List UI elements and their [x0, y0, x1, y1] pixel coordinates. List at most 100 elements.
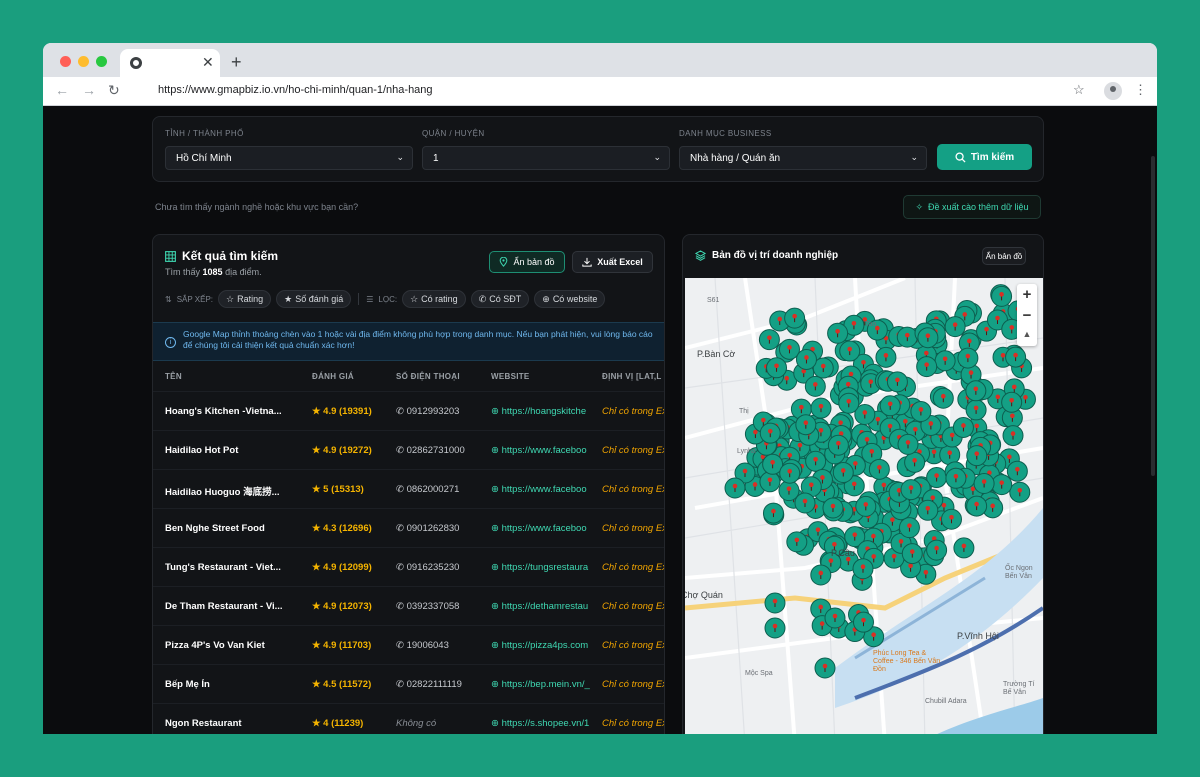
table-row[interactable]: Pizza 4P's Vo Van Kiet ★ 4.9 (11703) ✆ 190… [153, 625, 664, 664]
map-pin-icon[interactable] [897, 433, 919, 455]
map-pin-icon[interactable] [762, 502, 784, 524]
map-pin-icon[interactable] [827, 434, 849, 456]
new-tab-button[interactable]: + [231, 52, 242, 73]
map-pin-icon[interactable] [839, 340, 861, 362]
map-pin-icon[interactable] [759, 471, 781, 493]
district-select[interactable]: 1 ⌄ [422, 146, 670, 170]
map-pin-icon[interactable] [795, 414, 817, 436]
map-pin-icon[interactable] [814, 657, 836, 679]
map-pin-icon[interactable] [1001, 391, 1023, 413]
row-website[interactable]: ⊕ https://www.faceboo [491, 484, 591, 495]
map-pin-icon[interactable] [945, 467, 967, 489]
map-pin-icon[interactable] [824, 607, 846, 629]
map-pin-icon[interactable] [852, 558, 874, 580]
map-pin-icon[interactable] [779, 462, 801, 484]
map-pin-icon[interactable] [794, 492, 816, 514]
map-pin-icon[interactable] [991, 474, 1013, 496]
compass-icon[interactable]: ▲ [1017, 329, 1037, 339]
map-pin-icon[interactable] [1009, 481, 1031, 503]
map-pin-icon[interactable] [855, 495, 877, 517]
table-row[interactable]: Hoang's Kitchen -Vietna... ★ 4.9 (19391) ✆… [153, 391, 664, 430]
map-pin-icon[interactable] [786, 531, 808, 553]
map-pin-icon[interactable] [852, 611, 874, 633]
filter-has-phone-chip[interactable]: ✆ Có SĐT [470, 290, 530, 308]
column-header-rating[interactable]: ĐÁNH GIÁ [312, 372, 354, 381]
map-pin-icon[interactable] [932, 387, 954, 409]
zoom-in-button[interactable]: + [1017, 286, 1037, 303]
map-pin-icon[interactable] [898, 517, 920, 539]
reload-icon[interactable]: ↻ [108, 82, 120, 99]
map-pin-icon[interactable] [827, 322, 849, 344]
minimize-window-button[interactable] [78, 56, 89, 67]
forward-icon[interactable]: → [82, 82, 96, 98]
map-pin-icon[interactable] [916, 356, 938, 378]
map-pin-icon[interactable] [901, 543, 923, 565]
table-row[interactable]: Ben Nghe Street Food ★ 4.3 (12696) ✆ 09012… [153, 508, 664, 547]
map-pin-icon[interactable] [764, 592, 786, 614]
map-pin-icon[interactable] [838, 392, 860, 414]
filter-has-rating-chip[interactable]: ☆ Có rating [402, 290, 466, 308]
table-row[interactable]: Ngon Restaurant ★ 4 (11239) Không có ⊕ http… [153, 703, 664, 734]
map-pin-icon[interactable] [766, 357, 788, 379]
map-pin-icon[interactable] [795, 348, 817, 370]
column-header-website[interactable]: WEBSITE [491, 372, 530, 381]
map-canvas[interactable]: P.Bàn Cờ Chợ Quán P.Cầu P.Vĩnh Hội Phúc … [685, 278, 1043, 734]
sort-reviews-chip[interactable]: ★ Số đánh giá [276, 290, 352, 308]
search-button[interactable]: Tìm kiếm [937, 144, 1032, 170]
map-pin-icon[interactable] [868, 458, 890, 480]
url-field[interactable]: https://www.gmapbiz.io.vn/ho-chi-minh/qu… [146, 80, 1146, 102]
column-header-phone[interactable]: SỐ ĐIỆN THOẠI [396, 372, 460, 381]
map-pin-icon[interactable] [941, 508, 962, 530]
row-website[interactable]: ⊕ https://www.faceboo [491, 445, 591, 456]
maximize-window-button[interactable] [96, 56, 107, 67]
row-website[interactable]: ⊕ https://www.faceboo [491, 523, 591, 534]
map-pin-icon[interactable] [822, 497, 844, 519]
back-icon[interactable]: ← [55, 82, 69, 98]
map-pin-icon[interactable] [1005, 346, 1027, 368]
map-pin-icon[interactable] [953, 537, 975, 559]
map-pin-icon[interactable] [805, 450, 827, 472]
table-row[interactable]: De Tham Restaurant - Vi... ★ 4.9 (12073) ✆… [153, 586, 664, 625]
column-header-location[interactable]: ĐỊNH VỊ [LAT,L [602, 372, 662, 381]
page-scrollbar[interactable] [1151, 156, 1155, 476]
map-pin-icon[interactable] [1002, 425, 1024, 447]
map-pin-icon[interactable] [957, 347, 979, 369]
row-website[interactable]: ⊕ https://s.shopee.vn/1 [491, 718, 591, 729]
map-pin-icon[interactable] [965, 399, 987, 421]
map-pin-icon[interactable] [944, 316, 966, 338]
export-excel-button[interactable]: Xuất Excel [572, 251, 653, 273]
row-website[interactable]: ⊕ https://pizza4ps.com [491, 640, 591, 651]
suggest-data-button[interactable]: ✧ Đề xuất cào thêm dữ liệu [903, 195, 1041, 219]
profile-avatar-icon[interactable] [1104, 82, 1122, 100]
filter-has-website-chip[interactable]: ⊕ Có website [534, 290, 606, 308]
hide-map-button[interactable]: Ẩn bản đồ [982, 247, 1026, 265]
map-pin-icon[interactable] [917, 327, 939, 349]
zoom-out-button[interactable]: − [1017, 307, 1037, 324]
city-select[interactable]: Hồ Chí Minh ⌄ [165, 146, 413, 170]
map-pin-icon[interactable] [764, 617, 786, 639]
sort-rating-chip[interactable]: ☆ Rating [218, 290, 272, 308]
map-pin-icon[interactable] [784, 307, 806, 329]
map-pin-icon[interactable] [759, 422, 781, 444]
map-pin-icon[interactable] [804, 375, 826, 397]
table-row[interactable]: Haidilao Hot Pot ★ 4.9 (19272) ✆ 028627310… [153, 430, 664, 469]
row-website[interactable]: ⊕ https://dethamrestau [491, 601, 591, 612]
table-row[interactable]: Bếp Mẹ Ỉn ★ 4.5 (11572) ✆ 02822111119 ⊕ htt… [153, 664, 664, 703]
map-pin-icon[interactable] [832, 461, 854, 483]
table-row[interactable]: Haidilao Huoguo 海底捞... ★ 5 (15313) ✆ 08620… [153, 469, 664, 508]
bookmark-star-icon[interactable]: ☆ [1073, 82, 1085, 98]
column-header-name[interactable]: TÊN [165, 372, 182, 381]
map-pin-icon[interactable] [875, 346, 897, 368]
map-pin-icon[interactable] [966, 445, 988, 467]
map-pin-icon[interactable] [991, 285, 1013, 307]
browser-tab[interactable]: ✕ [120, 49, 220, 77]
map-pin-icon[interactable] [917, 499, 939, 521]
map-pin-icon[interactable] [810, 564, 832, 586]
row-website[interactable]: ⊕ https://bep.mein.vn/_ [491, 679, 591, 690]
table-row[interactable]: Tung's Restaurant - Viet... ★ 4.9 (12099)… [153, 547, 664, 586]
map-pin-icon[interactable] [879, 395, 901, 417]
map-pin-icon[interactable] [934, 350, 956, 372]
row-website[interactable]: ⊕ https://hoangskitche [491, 406, 591, 417]
close-window-button[interactable] [60, 56, 71, 67]
map-pin-icon[interactable] [1006, 460, 1028, 482]
